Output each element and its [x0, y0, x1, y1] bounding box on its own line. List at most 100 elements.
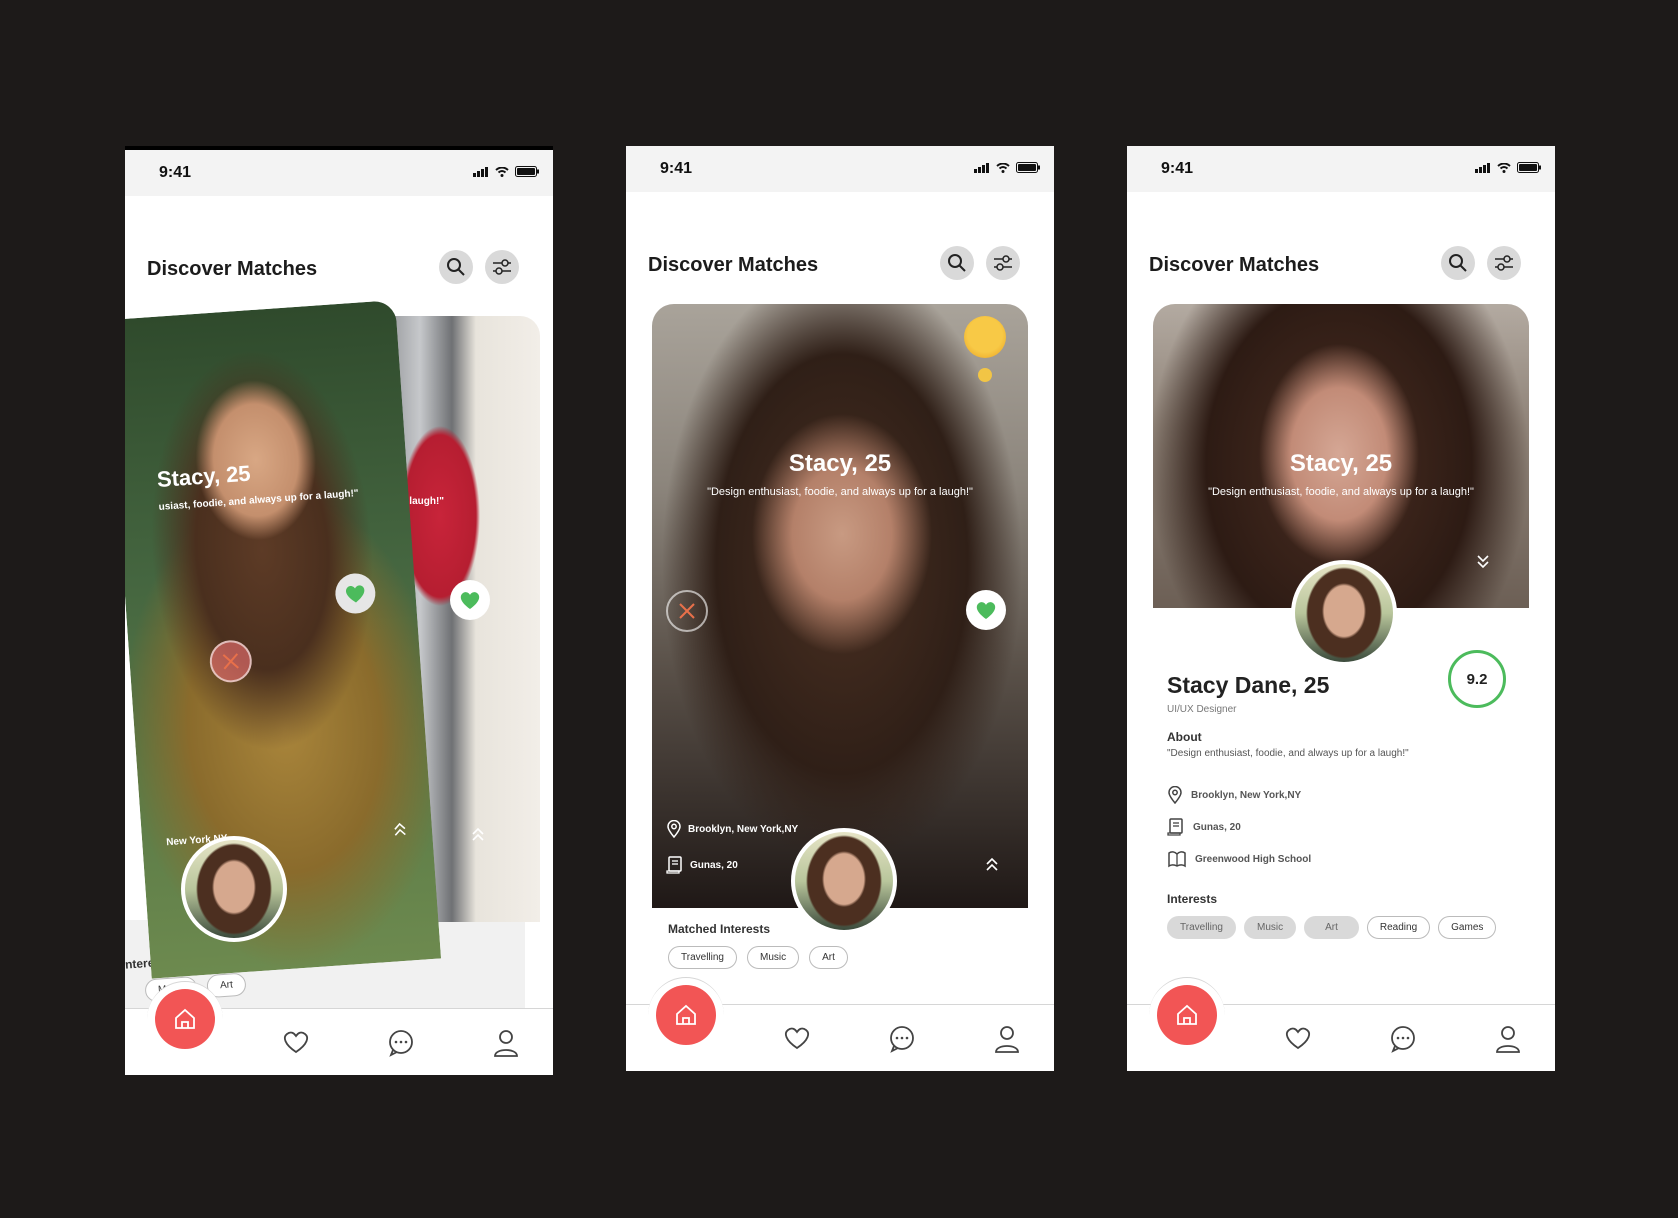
- interest-chips: Travelling Music Art Reading Games: [1167, 916, 1497, 939]
- search-icon: [447, 258, 465, 276]
- status-time: 9:41: [159, 164, 192, 181]
- chevron-up-icon: [394, 822, 406, 836]
- location-row: Brooklyn, New York,NY: [1167, 786, 1301, 804]
- expand-button[interactable]: [984, 856, 1000, 877]
- location-text: Brooklyn, New York,NY: [688, 823, 799, 835]
- expand-button[interactable]: [470, 826, 486, 847]
- interests-label: Interests: [1167, 892, 1218, 906]
- expand-button[interactable]: [391, 820, 408, 842]
- search-button[interactable]: [940, 246, 974, 280]
- matched-interest-chips: Travelling Music Art: [668, 946, 848, 969]
- home-icon: [1177, 1004, 1197, 1025]
- like-button[interactable]: [450, 580, 490, 620]
- interest-chip[interactable]: Travelling: [1167, 916, 1236, 939]
- status-time: 9:41: [1161, 160, 1194, 177]
- page-title: Discover Matches: [1149, 254, 1320, 276]
- location-pin-icon: [1168, 786, 1182, 804]
- school-row: Gunas, 20: [1167, 818, 1241, 836]
- battery-icon: [515, 166, 539, 177]
- filter-button[interactable]: [1487, 246, 1521, 280]
- heart-icon[interactable]: [1284, 1025, 1312, 1051]
- wifi-icon: [495, 166, 509, 177]
- signal-icon: [974, 162, 989, 173]
- bottom-nav: [125, 981, 553, 1075]
- compatibility-score: 9.2: [1448, 650, 1506, 708]
- page-title: Discover Matches: [147, 258, 318, 280]
- avatar: [791, 828, 897, 934]
- user-icon[interactable]: [994, 1025, 1020, 1053]
- wifi-icon: [1497, 162, 1511, 173]
- status-bar: 9:41: [125, 150, 553, 196]
- close-icon: [222, 653, 239, 670]
- heart-icon[interactable]: [282, 1029, 310, 1055]
- filter-icon: [994, 255, 1012, 271]
- status-bar: 9:41: [1127, 146, 1555, 192]
- card-bio: "Design enthusiast, foodie, and always u…: [707, 486, 973, 498]
- search-button[interactable]: [439, 250, 473, 284]
- dislike-button[interactable]: [666, 590, 708, 632]
- interest-chip[interactable]: Reading: [1366, 916, 1431, 939]
- like-button[interactable]: [966, 590, 1006, 630]
- filter-icon: [493, 259, 511, 275]
- wifi-icon: [996, 162, 1010, 173]
- close-icon: [679, 603, 695, 619]
- interest-chip[interactable]: Music: [1243, 916, 1297, 939]
- home-icon: [676, 1004, 696, 1025]
- chevron-down-icon: [1477, 555, 1489, 569]
- interest-chip[interactable]: Art: [1304, 916, 1359, 939]
- avatar: [181, 836, 287, 942]
- system-icons: [974, 162, 1040, 173]
- signal-icon: [1475, 162, 1490, 173]
- school-row: Gunas, 20: [666, 856, 738, 874]
- like-button[interactable]: [334, 572, 377, 615]
- about-text: "Design enthusiast, foodie, and always u…: [1167, 748, 1409, 759]
- interest-chip[interactable]: Music: [746, 946, 800, 969]
- bottom-nav: [626, 977, 1054, 1071]
- signal-icon: [473, 166, 488, 177]
- search-icon: [1449, 254, 1467, 272]
- filter-button[interactable]: [485, 250, 519, 284]
- profile-card[interactable]: Stacy, 25 "Design enthusiast, foodie, an…: [652, 304, 1028, 908]
- heart-icon: [460, 592, 480, 609]
- chat-icon[interactable]: [888, 1025, 916, 1053]
- nav-home-button[interactable]: [656, 985, 716, 1045]
- battery-icon: [1517, 162, 1541, 173]
- nav-home-button[interactable]: [155, 989, 215, 1049]
- card-name: Stacy, 25: [1289, 450, 1393, 477]
- chat-icon[interactable]: [387, 1029, 415, 1057]
- interest-chip[interactable]: Travelling: [668, 946, 737, 969]
- battery-icon: [1016, 162, 1040, 173]
- matched-interests-label: Matched Interests: [668, 922, 771, 936]
- school-icon: [1168, 851, 1186, 868]
- user-icon[interactable]: [1495, 1025, 1521, 1053]
- filter-button[interactable]: [986, 246, 1020, 280]
- collapse-button[interactable]: [1475, 554, 1491, 575]
- phone-screen-card: 9:41 Discover Matches Stacy, 25 "Design …: [626, 146, 1054, 1071]
- school-text: Gunas, 20: [690, 859, 738, 871]
- status-bar: 9:41: [626, 146, 1054, 192]
- chevron-up-icon: [986, 857, 998, 871]
- school-text: Gunas, 20: [1193, 821, 1241, 833]
- user-icon[interactable]: [493, 1029, 519, 1057]
- sun-sticker: [964, 316, 1006, 358]
- chevron-up-icon: [472, 827, 484, 841]
- system-icons: [473, 166, 539, 177]
- home-icon: [175, 1008, 195, 1029]
- interest-chip[interactable]: Art: [809, 946, 848, 969]
- avatar: [1291, 560, 1397, 666]
- chat-icon[interactable]: [1389, 1025, 1417, 1053]
- system-icons: [1475, 162, 1541, 173]
- phone-screen-swipe-stack: 9:41 Discover Matches nterests Music Art…: [125, 146, 553, 1075]
- dislike-button[interactable]: [208, 638, 254, 684]
- heart-icon: [976, 602, 996, 619]
- nav-home-button[interactable]: [1157, 985, 1217, 1045]
- location-row: Brooklyn, New York,NY: [666, 820, 798, 838]
- heart-icon[interactable]: [783, 1025, 811, 1051]
- search-icon: [948, 254, 966, 272]
- scroll-icon: [666, 856, 682, 874]
- search-button[interactable]: [1441, 246, 1475, 280]
- profile-full-name: Stacy Dane, 25: [1167, 672, 1330, 698]
- interest-chip[interactable]: Games: [1438, 916, 1497, 939]
- card-name: Stacy, 25: [156, 460, 252, 493]
- location-pin-icon: [667, 820, 681, 838]
